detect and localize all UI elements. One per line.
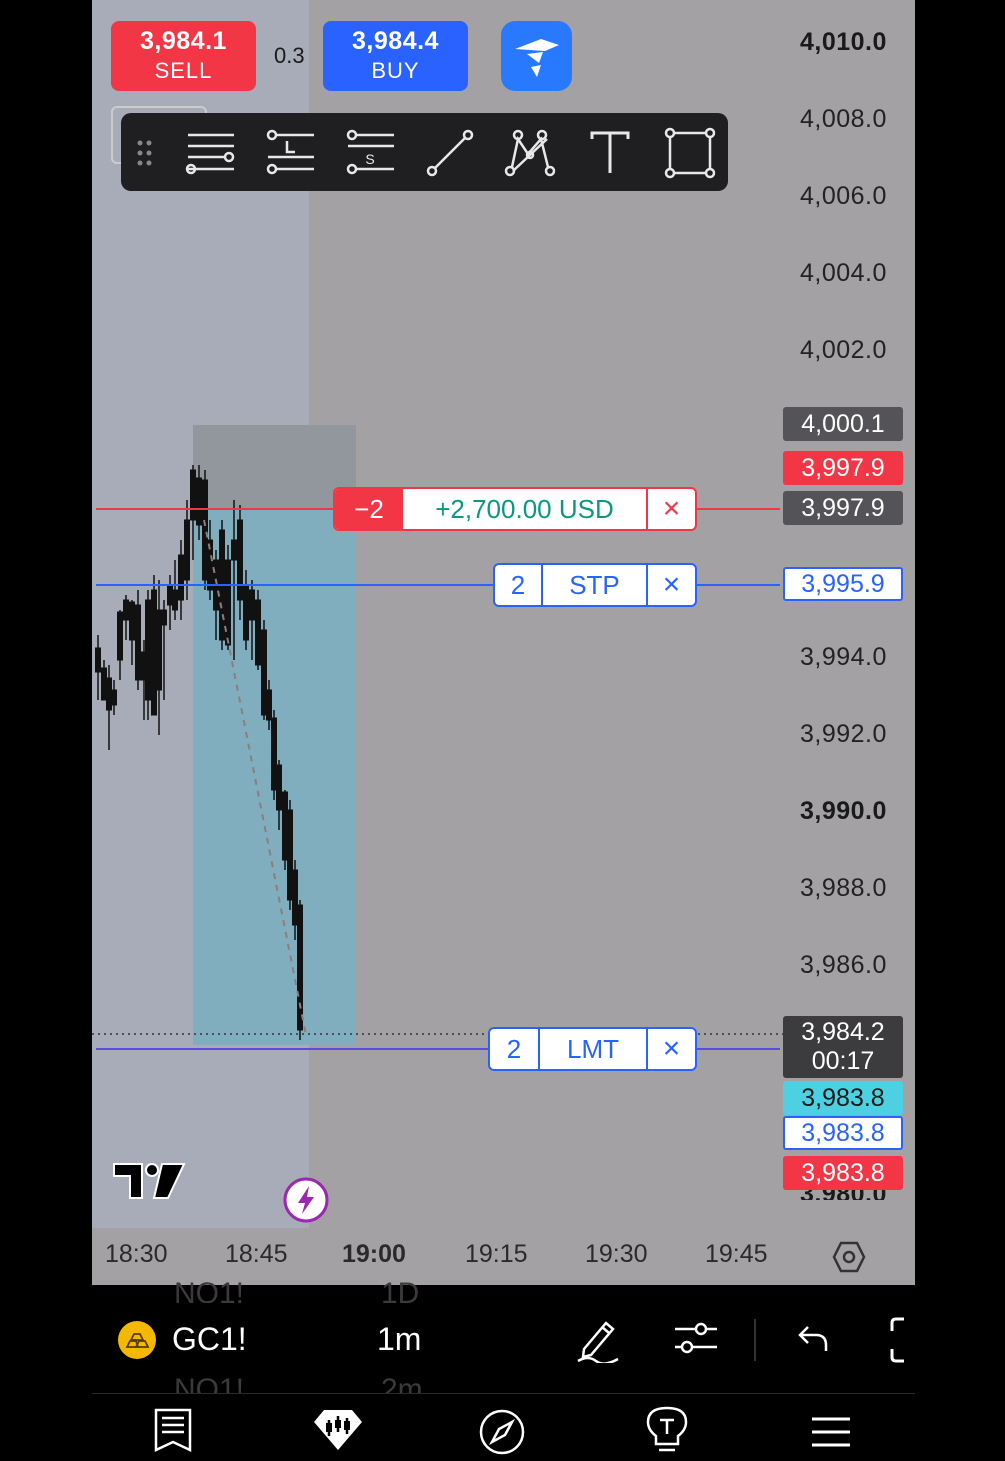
time-label: 19:45 xyxy=(705,1240,768,1268)
price-label: 3,986.0 xyxy=(800,951,887,979)
stop-qty[interactable]: 2 xyxy=(495,565,543,605)
broker-button[interactable] xyxy=(501,21,572,91)
stop-order-box[interactable]: 2 STP × xyxy=(493,563,697,607)
time-label: 18:45 xyxy=(225,1240,288,1268)
menu-icon[interactable] xyxy=(810,1416,852,1448)
broker-logo-icon xyxy=(515,39,559,77)
bottom-navigation xyxy=(92,1393,915,1461)
sell-button[interactable]: 3,984.1 SELL xyxy=(111,21,256,91)
sell-price: 3,984.1 xyxy=(140,27,227,55)
drag-handle-icon[interactable] xyxy=(133,127,157,179)
chart-area[interactable]: −2 +2,700.00 USD × 2 STP × 2 LMT × 4,010… xyxy=(92,0,915,1285)
trend-line-icon[interactable] xyxy=(424,127,476,179)
last-price-tag: 3,984.2 00:17 xyxy=(783,1016,903,1078)
cancel-stop-button[interactable]: × xyxy=(648,565,695,605)
price-label: 3,994.0 xyxy=(800,643,887,671)
svg-text:S: S xyxy=(365,151,374,167)
ghost-symbol-above: NQ1! xyxy=(174,1277,245,1303)
explore-icon[interactable] xyxy=(478,1408,526,1456)
ghost-interval-above: 1D xyxy=(381,1277,420,1303)
pattern-icon[interactable] xyxy=(504,127,556,179)
drawing-toolbar: S xyxy=(121,113,728,191)
ghost-symbol-below: NQ1! xyxy=(174,1373,245,1393)
position-qty[interactable]: −2 xyxy=(335,489,403,529)
high-price-tag: 4,000.1 xyxy=(783,407,903,441)
pencil-icon[interactable] xyxy=(574,1315,622,1363)
watchlist-icon[interactable] xyxy=(152,1408,194,1452)
rectangle-icon[interactable] xyxy=(664,127,716,179)
time-label: 19:30 xyxy=(585,1240,648,1268)
price-label: 3,992.0 xyxy=(800,720,887,748)
app-screen: −2 +2,700.00 USD × 2 STP × 2 LMT × 4,010… xyxy=(92,0,915,1461)
horizontal-lines-icon[interactable] xyxy=(184,127,236,179)
limit-qty[interactable]: 2 xyxy=(490,1029,540,1069)
position-price-tag: 3,997.9 xyxy=(783,451,903,485)
long-position-icon[interactable] xyxy=(264,127,316,179)
interval-selector[interactable]: 1m xyxy=(377,1321,421,1358)
price-label: 3,988.0 xyxy=(800,874,887,902)
price-label: 4,010.0 xyxy=(800,28,887,56)
lightning-icon[interactable] xyxy=(282,1176,330,1224)
text-icon[interactable] xyxy=(584,127,636,179)
cancel-limit-button[interactable]: × xyxy=(648,1029,695,1069)
limit-type[interactable]: LMT xyxy=(540,1029,648,1069)
spread-value: 0.3 xyxy=(274,43,305,68)
symbol-bar: NQ1! 1D GC1! 1m NQ1! 2m xyxy=(92,1277,915,1393)
position-avg-tag: 3,997.9 xyxy=(783,491,903,525)
ghost-interval-below: 2m xyxy=(381,1373,423,1393)
bar-countdown: 00:17 xyxy=(811,1047,875,1075)
tradingview-logo xyxy=(113,1163,186,1199)
symbol-name[interactable]: GC1! xyxy=(172,1321,247,1358)
price-label: 4,006.0 xyxy=(800,182,887,210)
price-label: 4,004.0 xyxy=(800,259,887,287)
time-label: 18:30 xyxy=(105,1240,168,1268)
fullscreen-icon[interactable] xyxy=(890,1317,915,1363)
bid-price-tag: 3,983.8 xyxy=(783,1156,903,1190)
bulb-icon[interactable] xyxy=(646,1406,688,1456)
last-price: 3,984.2 xyxy=(801,1018,885,1046)
buy-price: 3,984.4 xyxy=(352,27,439,55)
sliders-icon[interactable] xyxy=(673,1319,719,1359)
ideas-icon[interactable] xyxy=(312,1408,364,1452)
price-label: 4,008.0 xyxy=(800,105,887,133)
price-label: 4,002.0 xyxy=(800,336,887,364)
sell-label: SELL xyxy=(154,58,213,83)
settings-hex-icon[interactable] xyxy=(832,1240,866,1274)
buy-button[interactable]: 3,984.4 BUY xyxy=(323,21,468,91)
short-position-icon[interactable]: S xyxy=(344,127,396,179)
ask-price-tag: 3,983.8 xyxy=(783,1081,903,1115)
stop-price-tag[interactable]: 3,995.9 xyxy=(783,567,903,601)
price-label: 3,990.0 xyxy=(800,797,887,825)
limit-order-box[interactable]: 2 LMT × xyxy=(488,1027,697,1071)
toolbar-divider xyxy=(754,1319,756,1361)
position-order-box[interactable]: −2 +2,700.00 USD × xyxy=(333,487,697,531)
stop-type[interactable]: STP xyxy=(543,565,648,605)
close-position-button[interactable]: × xyxy=(648,489,695,529)
time-label: 19:15 xyxy=(465,1240,528,1268)
gold-symbol-icon xyxy=(118,1321,156,1359)
buy-label: BUY xyxy=(371,58,420,83)
undo-icon[interactable] xyxy=(796,1323,830,1355)
position-pnl[interactable]: +2,700.00 USD xyxy=(403,489,648,529)
limit-price-tag[interactable]: 3,983.8 xyxy=(783,1116,903,1150)
time-label: 19:00 xyxy=(342,1240,406,1268)
